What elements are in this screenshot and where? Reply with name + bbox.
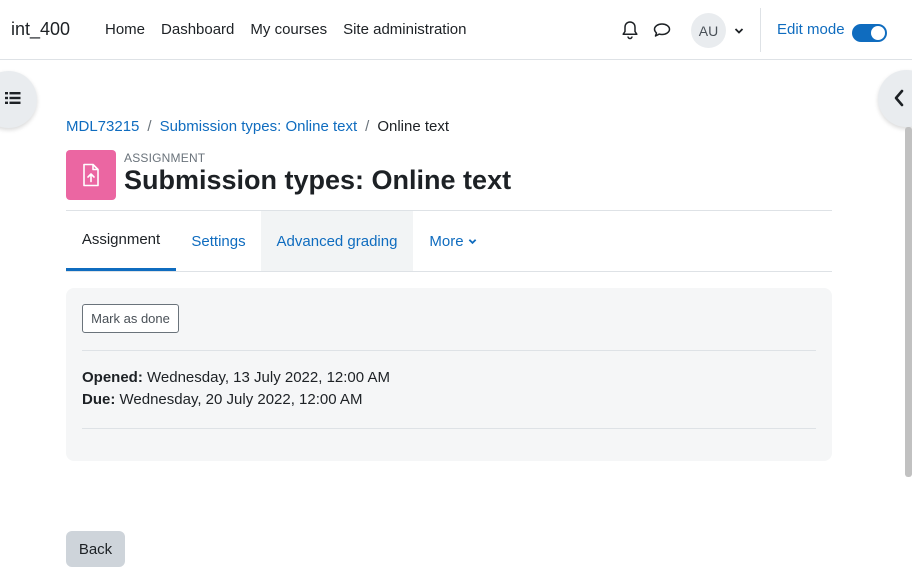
assignment-icon — [66, 150, 116, 200]
back-button[interactable]: Back — [66, 531, 125, 567]
opened-value: Wednesday, 13 July 2022, 12:00 AM — [147, 369, 390, 386]
tab-label: Advanced grading — [276, 232, 398, 250]
nav-home-link[interactable]: Home — [105, 21, 145, 38]
nav-dashboard-link[interactable]: Dashboard — [161, 21, 234, 38]
chevron-down-icon — [468, 238, 476, 244]
tab-label: Assignment — [81, 231, 161, 248]
breadcrumb-separator: / — [147, 118, 152, 135]
messages-icon[interactable] — [653, 20, 673, 40]
due-value: Wednesday, 20 July 2022, 12:00 AM — [119, 391, 363, 408]
primary-navigation: Home Dashboard My courses Site administr… — [105, 21, 483, 38]
page-title: Submission types: Online text — [124, 165, 512, 195]
open-course-index-button[interactable] — [0, 71, 37, 128]
activity-information-card: Mark as done Opened: Wednesday, 13 July … — [66, 288, 832, 461]
breadcrumb-section-link[interactable]: Submission types: Online text — [160, 118, 358, 135]
activity-type-label: ASSIGNMENT — [124, 151, 206, 165]
nav-my-courses-link[interactable]: My courses — [250, 21, 327, 38]
toggle-knob — [871, 26, 885, 40]
tab-advanced-grading[interactable]: Advanced grading — [261, 211, 413, 271]
tab-label: More — [429, 232, 464, 250]
avatar[interactable]: AU — [691, 13, 726, 48]
list-icon — [5, 92, 21, 104]
opened-date: Opened: Wednesday, 13 July 2022, 12:00 A… — [82, 369, 390, 386]
mark-as-done-button[interactable]: Mark as done — [82, 304, 179, 333]
breadcrumb-current: Online text — [377, 118, 450, 135]
user-menu[interactable]: AU — [691, 13, 744, 48]
top-navbar: int_400 Home Dashboard My courses Site a… — [0, 0, 912, 60]
due-date: Due: Wednesday, 20 July 2022, 12:00 AM — [82, 391, 362, 408]
notification-bell-icon[interactable] — [621, 20, 641, 40]
edit-mode-label[interactable]: Edit mode — [777, 21, 845, 38]
chevron-left-icon — [894, 89, 904, 107]
scrollbar-thumb[interactable] — [905, 127, 912, 477]
site-name[interactable]: int_400 — [11, 19, 70, 40]
edit-mode-toggle[interactable] — [852, 24, 887, 42]
breadcrumb-separator: / — [365, 118, 370, 135]
tab-assignment[interactable]: Assignment — [66, 211, 176, 271]
due-label: Due: — [82, 391, 120, 408]
secondary-navigation: Assignment Settings Advanced grading Mor… — [66, 211, 832, 272]
tab-settings[interactable]: Settings — [176, 211, 261, 271]
nav-site-administration-link[interactable]: Site administration — [343, 21, 466, 38]
navbar-divider — [760, 8, 761, 52]
open-block-drawer-button[interactable] — [878, 70, 912, 127]
breadcrumb-course-link[interactable]: MDL73215 — [66, 118, 139, 135]
tab-more[interactable]: More — [413, 211, 493, 271]
opened-label: Opened: — [82, 369, 148, 386]
breadcrumb: MDL73215 / Submission types: Online text… — [66, 118, 449, 135]
card-divider — [82, 428, 816, 429]
chevron-down-icon — [734, 27, 744, 34]
tab-label: Settings — [191, 232, 246, 250]
card-divider — [82, 350, 816, 351]
